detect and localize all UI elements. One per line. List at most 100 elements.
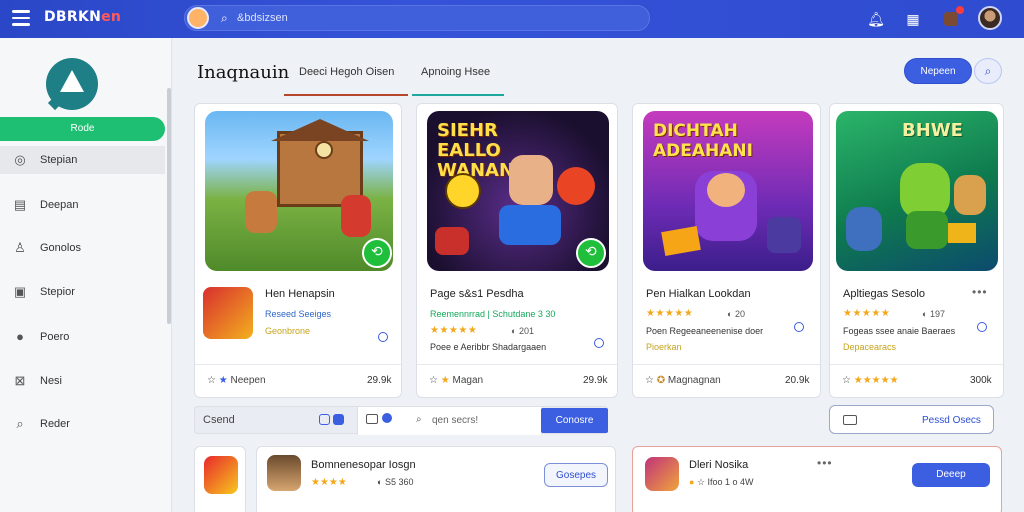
filter-search[interactable]: ⌕ qen secrs! [357,407,541,435]
person-icon: ● [16,329,24,344]
sidebar-item-stepior[interactable]: ▣ Stepior [0,278,165,306]
app-icon-tile[interactable] [194,446,246,512]
brand-logo[interactable]: DBRKNen [44,9,121,25]
game-card[interactable]: Hen Henapsin Reseed Seeiges Geonbrone ☆ … [194,103,402,398]
home-button[interactable]: Rode [0,117,165,141]
info-icon[interactable] [977,322,987,332]
more-options-icon[interactable]: ••• [972,285,988,299]
rating-count: ◐ 197 [922,309,945,319]
rating-stars: ★★★★★ [843,308,891,319]
game-category: Depacearacs [843,342,897,352]
game-description: Fogeas ssee anaie Baeraes [843,326,956,336]
apps-grid-icon[interactable]: ▦ [902,8,924,30]
menu-icon[interactable] [12,10,30,26]
sidebar-item-stepian[interactable]: ◎ Stepian [0,146,165,174]
grid-icon: ⊠ [14,373,26,388]
bookmark-icon[interactable]: ☆ [207,375,216,386]
info-icon[interactable] [594,338,604,348]
install-badge-icon[interactable] [576,238,606,268]
sidebar-item-gonolos[interactable]: ♙ Gonolos [0,234,165,262]
install-button[interactable]: Deeep [912,463,990,487]
outline-button-label: Pessd Osecs [922,415,981,426]
game-card[interactable]: SIEHR EALLO WANAN! Page s&s1 Pesdha Reem… [416,103,618,398]
divider [417,364,617,365]
game-category: Pioerkan [646,342,682,352]
notification-avatar-icon[interactable] [940,6,964,30]
user-icon: ♙ [14,240,26,255]
sidebar-item-deepan[interactable]: ▤ Deepan [0,191,165,219]
toggle-icon[interactable] [319,414,330,425]
rating-value: 201 [518,326,534,336]
game-description: Poen Regeeaneenenise doer [646,326,764,336]
primary-button[interactable]: Nepeen [904,58,972,84]
filter-bar: Csend ⌕ qen secrs! Conosre [194,406,608,435]
app-title: Bomnenesopar Iosgn [311,459,416,471]
filter-search-input[interactable]: qen secrs! [432,415,478,426]
divider [830,364,1003,365]
outline-button[interactable]: Pessd Osecs [829,405,994,434]
toggle-icon[interactable] [333,414,344,425]
download-count: 300k [970,375,992,386]
rating-value: 197 [929,309,945,319]
document-icon: ▤ [13,197,27,212]
sidebar-item-label: Poero [40,331,70,343]
info-icon[interactable] [794,322,804,332]
app-meta: ◐ S5 360 [377,477,414,487]
app-meta-value: Ifoo 1 o 4W [707,477,754,487]
sidebar-item-label: Stepior [40,286,75,298]
search-button[interactable]: ⌕ [974,58,1002,84]
card-footer-left: ☆ ★ Magan [429,375,483,386]
game-meta: Reseed Seeiges [265,309,332,319]
app-icon [645,457,679,491]
rating-stars: ★★★★★ [430,325,478,336]
game-card[interactable]: BHWE Apltiegas Sesolo ••• ★★★★★ ◐ 197 Fo… [829,103,1004,398]
artwork-title: DICHTAH ADEAHANI [653,121,753,161]
rating-stars: ★★★★ [311,477,347,488]
card-icon [843,415,857,425]
star-icon: ★ [440,375,450,386]
bell-icon[interactable]: 🔔︎ [865,8,887,30]
card-footer-left: ☆ ★ Neepen [207,375,266,386]
sidebar-item-poero[interactable]: ● Poero [0,323,165,351]
sidebar-item-nesi[interactable]: ⊠ Nesi [0,367,165,395]
notification-badge [956,6,964,14]
tab-apnoing[interactable]: Apnoing Hsee [421,66,490,78]
footer-label: Magnagnan [667,375,721,386]
compass-icon: ◎ [14,152,26,167]
install-button[interactable]: Gosepes [544,463,608,487]
more-options-icon[interactable]: ••• [817,456,833,470]
download-count: 29.9k [367,375,392,386]
artwork-title: BHWE [902,120,963,141]
app-icon [267,455,301,491]
search-bar[interactable]: ⌕ &bdsizsen [184,5,650,31]
sidebar-item-label: Gonolos [40,242,81,254]
divider [633,364,820,365]
bookmark-icon[interactable]: ☆ [645,375,654,386]
download-count: 29.9k [583,375,608,386]
user-avatar[interactable] [978,6,1002,30]
search-icon: ⌕ [16,416,24,431]
info-icon[interactable] [378,332,388,342]
game-card[interactable]: DICHTAH ADEAHANI Pen Hialkan Lookdan ★★★… [632,103,821,398]
game-category: Geonbrone [265,326,311,336]
rating-count: ◐ 20 [727,309,745,319]
app-list-item[interactable]: Bomnenesopar Iosgn ★★★★ ◐ S5 360 Gosepes [256,446,616,512]
sidebar-scrollbar[interactable] [167,88,171,324]
card-footer-left: ☆ ★★★★★ [842,375,899,386]
star-icon: ★ [218,375,228,386]
game-title: Page s&s1 Pesdha [430,288,524,300]
game-title: Hen Henapsin [265,288,335,300]
bookmark-icon[interactable]: ☆ [842,375,851,386]
sidebar-item-reder[interactable]: ⌕ Reder [0,410,165,438]
bookmark-icon[interactable]: ☆ [429,375,438,386]
search-input[interactable]: &bdsizsen [237,12,288,24]
sidebar-item-label: Deepan [40,199,79,211]
avatar [187,7,209,29]
tab-deeci[interactable]: Deeci Hegoh Oisen [299,66,394,78]
calendar-icon: ▣ [13,284,27,299]
install-badge-icon[interactable] [362,238,392,268]
app-list-item[interactable]: Dleri Nosika ••• ● ☆ Ifoo 1 o 4W Deeep [632,446,1002,512]
app-icon [204,456,238,494]
app-meta: ● ☆ Ifoo 1 o 4W [689,477,754,487]
submit-button[interactable]: Conosre [541,408,608,433]
